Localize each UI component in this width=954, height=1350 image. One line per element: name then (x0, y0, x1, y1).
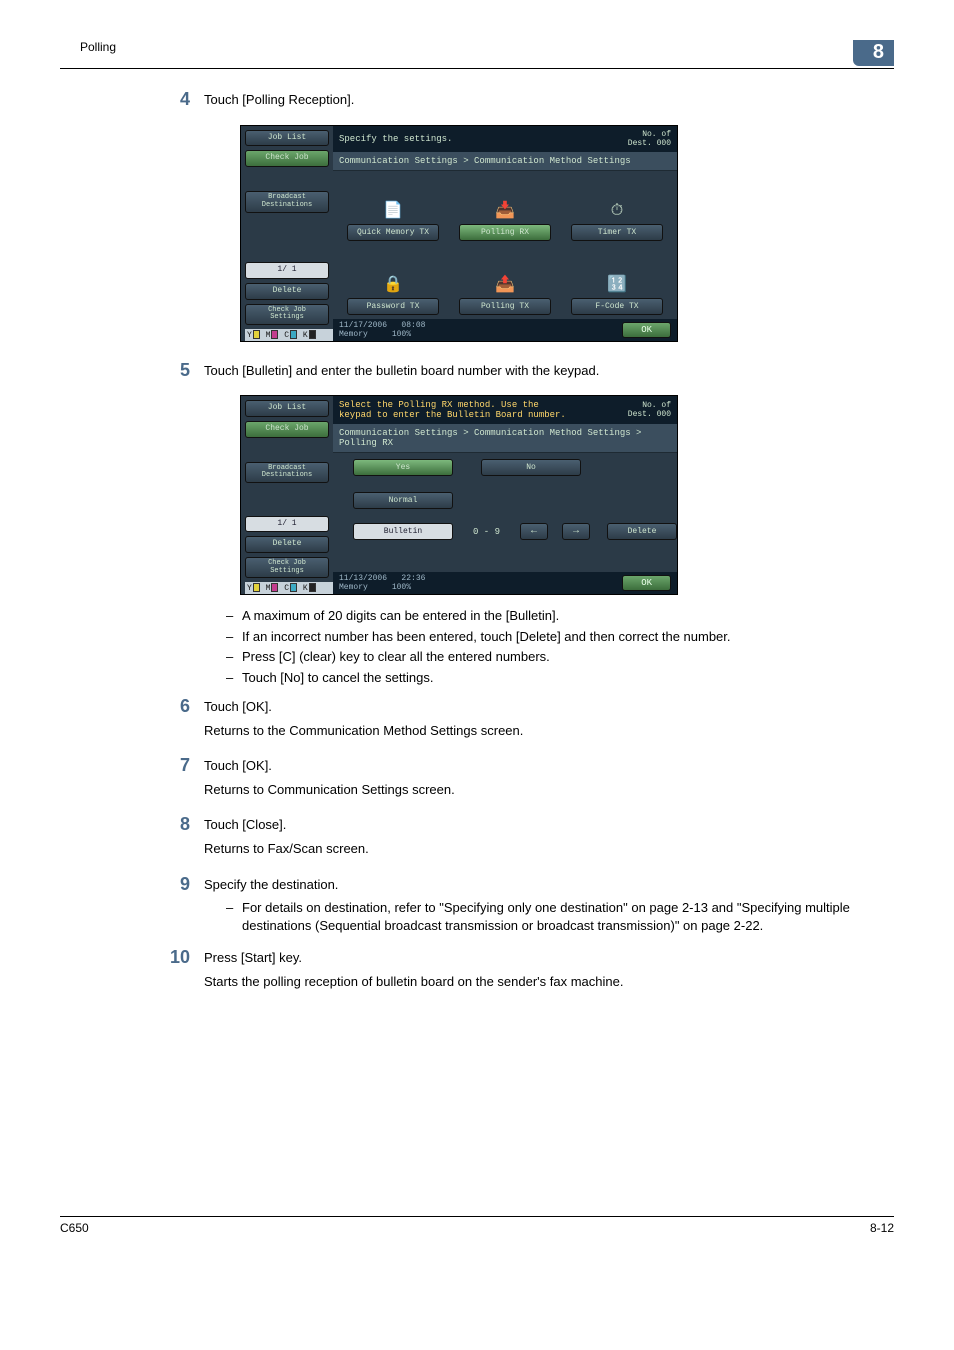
password-tx-icon: 🔒 (383, 274, 403, 294)
step-6-after: Returns to the Communication Method Sett… (204, 722, 864, 740)
panel2-title: Select the Polling RX method. Use the ke… (339, 400, 601, 420)
broadcast-dest-button[interactable]: Broadcast Destinations (245, 191, 329, 212)
polling-rx-icon: 📥 (495, 200, 515, 220)
quick-memory-tx-button[interactable]: Quick Memory TX (347, 224, 439, 241)
step5-bullet-2: If an incorrect number has been entered,… (242, 628, 731, 646)
step-5-text: Touch [Bulletin] and enter the bulletin … (204, 362, 864, 380)
step-4: 4 Touch [Polling Reception]. (160, 89, 864, 115)
page-header: Polling 8 (60, 40, 894, 69)
page-indicator: 1/ 1 (245, 516, 329, 533)
step-8: 8 Touch [Close]. Returns to Fax/Scan scr… (160, 814, 864, 863)
step-10-after: Starts the polling reception of bulletin… (204, 973, 864, 991)
ok-button[interactable]: OK (622, 322, 671, 338)
step-number: 10 (160, 947, 204, 969)
step5-bullet-3: Press [C] (clear) key to clear all the e… (242, 648, 550, 666)
ok-button[interactable]: OK (622, 575, 671, 591)
range-label: 0 - 9 (473, 527, 500, 537)
step-number: 6 (160, 696, 204, 718)
step-number: 8 (160, 814, 204, 836)
footer-mem-pct: 100% (392, 583, 411, 592)
step-10-text: Press [Start] key. (204, 949, 864, 967)
dest-count: 000 (657, 139, 671, 148)
step5-bullet-1: A maximum of 20 digits can be entered in… (242, 607, 559, 625)
step-8-after: Returns to Fax/Scan screen. (204, 840, 864, 858)
page-footer: C650 8-12 (60, 1216, 894, 1235)
step-7-after: Returns to Communication Settings screen… (204, 781, 864, 799)
bullet-dash: – (226, 628, 242, 646)
check-job-button[interactable]: Check Job (245, 150, 329, 167)
arrow-right-button[interactable]: → (562, 523, 590, 540)
timer-tx-button[interactable]: Timer TX (571, 224, 663, 241)
footer-time: 08:08 (401, 321, 425, 330)
dest-count: 000 (657, 410, 671, 419)
footer-date: 11/17/2006 (339, 321, 387, 330)
no-button[interactable]: No (481, 459, 581, 476)
step-number: 7 (160, 755, 204, 777)
chapter-badge: 8 (853, 40, 894, 66)
step-6-text: Touch [OK]. (204, 698, 864, 716)
bullet-dash: – (226, 899, 242, 934)
step-9: 9 Specify the destination. –For details … (160, 874, 864, 938)
check-job-settings-button[interactable]: Check Job Settings (245, 304, 329, 325)
polling-tx-icon: 📤 (495, 274, 515, 294)
yes-button[interactable]: Yes (353, 459, 453, 476)
polling-rx-button[interactable]: Polling RX (459, 224, 551, 241)
footer-right: 8-12 (870, 1221, 894, 1235)
step-number: 9 (160, 874, 204, 896)
step-8-text: Touch [Close]. (204, 816, 864, 834)
header-section: Polling (60, 40, 116, 54)
page-indicator: 1/ 1 (245, 262, 329, 279)
timer-tx-icon: ⏱ (611, 202, 623, 220)
password-tx-button[interactable]: Password TX (347, 298, 439, 315)
footer-mem-pct: 100% (392, 330, 411, 339)
footer-date: 11/13/2006 (339, 574, 387, 583)
step-7: 7 Touch [OK]. Returns to Communication S… (160, 755, 864, 804)
bulletin-button[interactable]: Bulletin (353, 523, 453, 540)
footer-mem-label: Memory (339, 330, 368, 339)
toner-levels: Y M C K (245, 329, 333, 341)
toner-levels: Y M C K (245, 582, 333, 594)
step5-bullet-4: Touch [No] to cancel the settings. (242, 669, 434, 687)
step-4-text: Touch [Polling Reception]. (204, 91, 864, 109)
screenshot-polling-rx: Job List Check Job Broadcast Destination… (240, 395, 678, 595)
bullet-dash: – (226, 669, 242, 687)
sidebar-delete-button[interactable]: Delete (245, 283, 329, 300)
footer-left: C650 (60, 1221, 89, 1235)
breadcrumb: Communication Settings > Communication M… (333, 424, 677, 453)
sidebar-delete-button[interactable]: Delete (245, 536, 329, 553)
panel1-title: Specify the settings. (339, 134, 601, 144)
check-job-settings-button[interactable]: Check Job Settings (245, 557, 329, 578)
normal-button[interactable]: Normal (353, 492, 453, 509)
fcode-tx-icon: 🔢 (607, 274, 627, 294)
step-5: 5 Touch [Bulletin] and enter the bulleti… (160, 360, 864, 386)
step-7-text: Touch [OK]. (204, 757, 864, 775)
quick-memory-tx-icon: 📄 (383, 200, 403, 220)
job-list-button[interactable]: Job List (245, 130, 329, 147)
step-9-text: Specify the destination. (204, 876, 864, 894)
footer-time: 22:36 (401, 574, 425, 583)
bullet-dash: – (226, 648, 242, 666)
check-job-button[interactable]: Check Job (245, 421, 329, 438)
step-number: 4 (160, 89, 204, 111)
bullet-dash: – (226, 607, 242, 625)
arrow-left-button[interactable]: ← (520, 523, 548, 540)
footer-mem-label: Memory (339, 583, 368, 592)
breadcrumb: Communication Settings > Communication M… (333, 152, 677, 171)
screenshot-comm-method-settings: Job List Check Job Broadcast Destination… (240, 125, 678, 342)
step-10: 10 Press [Start] key. Starts the polling… (160, 947, 864, 996)
step-number: 5 (160, 360, 204, 382)
step-6: 6 Touch [OK]. Returns to the Communicati… (160, 696, 864, 745)
delete-button[interactable]: Delete (607, 523, 677, 540)
step9-bullet-1: For details on destination, refer to "Sp… (242, 899, 864, 934)
broadcast-dest-button[interactable]: Broadcast Destinations (245, 462, 329, 483)
job-list-button[interactable]: Job List (245, 400, 329, 417)
polling-tx-button[interactable]: Polling TX (459, 298, 551, 315)
fcode-tx-button[interactable]: F-Code TX (571, 298, 663, 315)
